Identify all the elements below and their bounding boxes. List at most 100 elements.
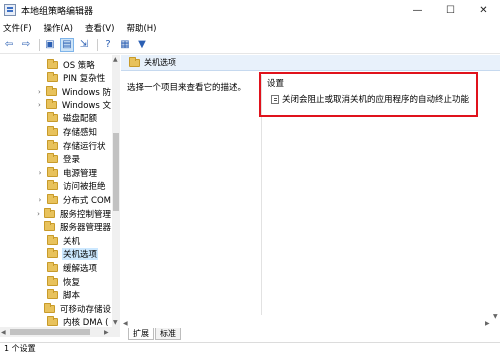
tree-item-mitigation-options[interactable]: › 缓解选项 <box>0 261 112 274</box>
details-horizontal-scrollbar[interactable]: ◀ ▶ <box>121 320 500 327</box>
menu-view[interactable]: 查看(V) <box>85 22 114 34</box>
tree-item-windows-file[interactable]: › Windows 文 <box>0 98 112 111</box>
chevron-right-icon[interactable]: › <box>36 169 44 177</box>
filter-icon[interactable]: ▼ <box>135 38 149 52</box>
folder-icon <box>47 247 58 258</box>
scrollbar-thumb[interactable] <box>113 133 119 211</box>
export-list-icon[interactable]: ⇲ <box>77 38 91 52</box>
status-text: 1 个设置 <box>4 343 36 353</box>
folder-icon <box>47 111 58 122</box>
details-header: 关机选项 <box>121 55 500 71</box>
tree-item-logon[interactable]: › 登录 <box>0 152 112 165</box>
tree-item-access-denied[interactable]: › 访问被拒绝 <box>0 179 112 192</box>
scroll-up-icon[interactable]: ▲ <box>113 56 118 63</box>
tab-extended[interactable]: 扩展 <box>128 328 154 340</box>
tree-item-label: 登录 <box>63 154 81 165</box>
tree-item-label: 访问被拒绝 <box>63 181 106 192</box>
tree-item-service-control-manager[interactable]: › 服务控制管理 <box>0 207 112 220</box>
folder-icon <box>45 85 57 96</box>
description-text: 选择一个项目来查看它的描述。 <box>127 83 247 93</box>
chevron-right-icon[interactable]: › <box>36 210 41 218</box>
window-controls: — ☐ ✕ <box>401 0 500 20</box>
toolbar-separator <box>39 38 40 51</box>
tree-item-label: 可移动存储设 <box>59 304 111 315</box>
tree-item-storage-sense[interactable]: › 存储感知 <box>0 125 112 138</box>
tree-item-windows-defender[interactable]: › Windows 防 <box>0 85 112 98</box>
tree-item-label: OS 策略 <box>63 60 95 71</box>
folder-icon <box>47 261 58 272</box>
tree-item-label: 存储感知 <box>63 127 98 138</box>
tree-item-os-policy[interactable]: › OS 策略 <box>0 58 112 71</box>
up-folder-icon[interactable]: ▣ <box>43 38 57 52</box>
tree-horizontal-scrollbar[interactable]: ◀ ▶ <box>0 327 120 337</box>
tree-item-shutdown-options[interactable]: › 关机选项 <box>0 247 112 260</box>
folder-icon <box>43 302 55 313</box>
properties-icon[interactable]: ▦ <box>118 38 132 52</box>
help-icon[interactable]: ? <box>101 38 115 52</box>
folder-icon <box>43 207 55 218</box>
folder-icon <box>47 166 58 177</box>
folder-icon <box>47 234 58 245</box>
folder-icon <box>47 179 58 190</box>
tab-standard[interactable]: 标准 <box>155 328 181 340</box>
tree-item-power-management[interactable]: › 电源管理 <box>0 166 112 179</box>
chevron-right-icon[interactable]: › <box>36 88 43 96</box>
folder-icon <box>47 152 58 163</box>
folder-icon <box>47 139 58 150</box>
tree-item-scripts[interactable]: › 脚本 <box>0 288 112 301</box>
maximize-button[interactable]: ☐ <box>434 0 467 20</box>
close-button[interactable]: ✕ <box>467 0 500 20</box>
folder-icon <box>47 71 58 82</box>
back-arrow-icon[interactable]: ⇦ <box>2 38 16 52</box>
show-hide-tree-icon[interactable]: ▤ <box>60 37 74 52</box>
menu-help[interactable]: 帮助(H) <box>126 22 156 34</box>
tree-item-label: PIN 复杂性 <box>63 73 106 84</box>
tree-item-kernel-dma[interactable]: › 内核 DMA ( <box>0 315 112 327</box>
tree-item-label: 关机选项 <box>62 247 99 260</box>
details-vertical-scrollbar[interactable]: ▼ <box>492 55 500 320</box>
menu-action[interactable]: 操作(A) <box>44 22 73 34</box>
tree-item-label: 服务控制管理 <box>59 209 111 220</box>
details-header-title: 关机选项 <box>144 58 176 67</box>
folder-icon <box>47 288 58 299</box>
minimize-button[interactable]: — <box>401 0 434 20</box>
chevron-right-icon[interactable]: › <box>36 101 43 109</box>
tree-item-storage-health[interactable]: › 存储运行状 <box>0 139 112 152</box>
forward-arrow-icon[interactable]: ⇨ <box>19 38 33 52</box>
status-bar: 1 个设置 <box>0 342 500 353</box>
folder-icon <box>47 58 58 69</box>
tree-item-server-manager[interactable]: › 服务器管理器 <box>0 220 112 233</box>
folder-icon <box>47 275 58 286</box>
tree-item-removable-storage[interactable]: › 可移动存储设 <box>0 302 112 315</box>
tree-item-label: 存储运行状 <box>63 141 106 152</box>
scroll-left-icon[interactable]: ◀ <box>123 320 128 327</box>
tree-vertical-scrollbar[interactable]: ▲ ▼ <box>112 55 120 327</box>
scroll-down-icon[interactable]: ▼ <box>493 313 498 320</box>
tree-item-pin-complexity[interactable]: › PIN 复杂性 <box>0 71 112 84</box>
scroll-right-icon[interactable]: ▶ <box>485 320 490 327</box>
tree-item-label: 服务器管理器 <box>59 222 111 233</box>
tree-item-disk-quota[interactable]: › 磁盘配额 <box>0 111 112 124</box>
tree-item-label: 关机 <box>63 236 81 247</box>
folder-icon <box>46 193 58 204</box>
menu-file[interactable]: 文件(F) <box>3 22 32 34</box>
tree-item-label: Windows 文 <box>61 100 111 111</box>
tree-item-recovery[interactable]: › 恢复 <box>0 275 112 288</box>
tree-item-distributed-com[interactable]: › 分布式 COM <box>0 193 112 206</box>
details-pane: 关机选项 选择一个项目来查看它的描述。 设置 关闭会阻止或取消关机的应用程序的自… <box>121 55 500 327</box>
toolbar: ⇦ ⇨ ▣ ▤ ⇲ ? ▦ ▼ <box>0 36 500 54</box>
folder-icon <box>43 220 55 231</box>
tree-item-label: 脚本 <box>63 290 81 301</box>
scroll-left-icon[interactable]: ◀ <box>1 329 6 336</box>
tree-item-label: 缓解选项 <box>63 263 98 274</box>
folder-icon <box>45 98 57 109</box>
tree-item-shutdown[interactable]: › 关机 <box>0 234 112 247</box>
scroll-down-icon[interactable]: ▼ <box>113 319 118 326</box>
scrollbar-thumb[interactable] <box>10 329 90 335</box>
tree-item-label: 内核 DMA ( <box>63 317 109 328</box>
tree-item-label: 分布式 COM <box>62 195 111 206</box>
toolbar-separator <box>97 38 98 51</box>
title-bar: 本地组策略编辑器 — ☐ ✕ <box>0 0 500 20</box>
scroll-right-icon[interactable]: ▶ <box>104 329 109 336</box>
chevron-right-icon[interactable]: › <box>36 196 44 204</box>
